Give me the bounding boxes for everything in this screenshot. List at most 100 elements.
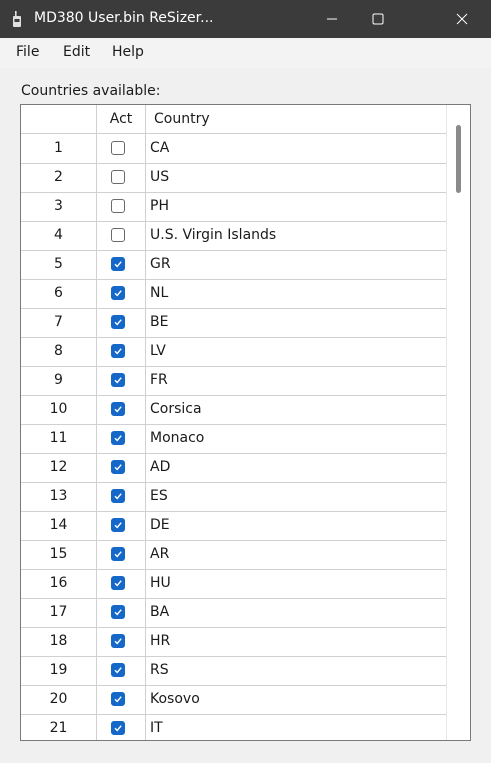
row-number: 14	[49, 517, 68, 533]
act-checkbox[interactable]	[111, 489, 125, 503]
act-checkbox[interactable]	[111, 460, 125, 474]
minimize-button[interactable]	[309, 0, 355, 38]
checkmark-icon	[114, 319, 122, 326]
header-act[interactable]: Act	[97, 105, 145, 133]
act-checkbox[interactable]	[111, 518, 125, 532]
row-number: 1	[54, 140, 63, 156]
maximize-icon	[372, 13, 384, 25]
table-row[interactable]: 21 IT	[21, 714, 446, 740]
row-number: 4	[54, 227, 63, 243]
table-row[interactable]: 14 DE	[21, 511, 446, 541]
act-checkbox[interactable]	[111, 431, 125, 445]
country-cell[interactable]: NL	[150, 279, 168, 308]
country-cell[interactable]: U.S. Virgin Islands	[150, 221, 276, 250]
act-checkbox[interactable]	[111, 286, 125, 300]
country-cell[interactable]: CA	[150, 134, 169, 163]
country-cell[interactable]: GR	[150, 250, 171, 279]
table-row[interactable]: 6 NL	[21, 279, 446, 309]
table-row[interactable]: 19 RS	[21, 656, 446, 686]
act-checkbox[interactable]	[111, 576, 125, 590]
title-bar[interactable]: MD380 User.bin ReSizer...	[0, 0, 491, 38]
countries-grid[interactable]: Act Country 1 CA 2 US 3 PH 4 U.S. Virgin Island…	[20, 104, 471, 741]
country-cell[interactable]: DE	[150, 511, 170, 540]
table-row[interactable]: 2 US	[21, 163, 446, 193]
row-number: 13	[49, 488, 68, 504]
header-index[interactable]	[21, 105, 96, 133]
act-checkbox[interactable]	[111, 547, 125, 561]
act-checkbox[interactable]	[111, 199, 125, 213]
act-checkbox[interactable]	[111, 170, 125, 184]
row-number: 9	[54, 372, 63, 388]
country-cell[interactable]: IT	[150, 714, 163, 740]
country-cell[interactable]: RS	[150, 656, 169, 685]
grid-header: Act Country	[21, 105, 446, 134]
act-checkbox[interactable]	[111, 315, 125, 329]
country-cell[interactable]: Kosovo	[150, 685, 200, 714]
menu-edit[interactable]: Edit	[63, 44, 90, 60]
checkmark-icon	[114, 580, 122, 587]
checkmark-icon	[114, 696, 122, 703]
menu-help[interactable]: Help	[112, 44, 144, 60]
table-row[interactable]: 20 Kosovo	[21, 685, 446, 715]
row-number: 21	[49, 720, 68, 736]
country-cell[interactable]: HU	[150, 569, 171, 598]
table-row[interactable]: 9 FR	[21, 366, 446, 396]
country-cell[interactable]: HR	[150, 627, 170, 656]
header-country[interactable]: Country	[154, 105, 210, 133]
country-cell[interactable]: Monaco	[150, 424, 204, 453]
country-cell[interactable]: AD	[150, 453, 170, 482]
act-checkbox[interactable]	[111, 373, 125, 387]
menu-file[interactable]: File	[16, 44, 39, 60]
country-cell[interactable]: FR	[150, 366, 168, 395]
table-row[interactable]: 15 AR	[21, 540, 446, 570]
checkmark-icon	[114, 609, 122, 616]
checkmark-icon	[114, 638, 122, 645]
act-checkbox[interactable]	[111, 663, 125, 677]
row-number: 6	[54, 285, 63, 301]
table-row[interactable]: 10 Corsica	[21, 395, 446, 425]
country-cell[interactable]: Corsica	[150, 395, 202, 424]
table-row[interactable]: 16 HU	[21, 569, 446, 599]
table-row[interactable]: 4 U.S. Virgin Islands	[21, 221, 446, 251]
country-cell[interactable]: AR	[150, 540, 169, 569]
country-cell[interactable]: BE	[150, 308, 168, 337]
act-checkbox[interactable]	[111, 257, 125, 271]
checkmark-icon	[114, 493, 122, 500]
scrollbar-thumb[interactable]	[456, 125, 461, 193]
act-checkbox[interactable]	[111, 605, 125, 619]
act-checkbox[interactable]	[111, 692, 125, 706]
column-divider	[96, 105, 97, 740]
act-checkbox[interactable]	[111, 344, 125, 358]
checkmark-icon	[114, 667, 122, 674]
country-cell[interactable]: US	[150, 163, 169, 192]
checkmark-icon	[114, 406, 122, 413]
table-row[interactable]: 12 AD	[21, 453, 446, 483]
act-checkbox[interactable]	[111, 141, 125, 155]
table-row[interactable]: 8 LV	[21, 337, 446, 367]
act-checkbox[interactable]	[111, 402, 125, 416]
act-checkbox[interactable]	[111, 721, 125, 735]
vertical-scrollbar[interactable]	[446, 105, 470, 740]
country-cell[interactable]: ES	[150, 482, 168, 511]
table-row[interactable]: 5 GR	[21, 250, 446, 280]
row-number: 18	[49, 633, 68, 649]
table-row[interactable]: 17 BA	[21, 598, 446, 628]
row-number: 10	[49, 401, 68, 417]
close-button[interactable]	[439, 0, 485, 38]
row-number: 11	[49, 430, 68, 446]
table-row[interactable]: 18 HR	[21, 627, 446, 657]
country-cell[interactable]: PH	[150, 192, 169, 221]
radio-icon	[13, 11, 21, 27]
table-row[interactable]: 11 Monaco	[21, 424, 446, 454]
country-cell[interactable]: LV	[150, 337, 166, 366]
act-checkbox[interactable]	[111, 228, 125, 242]
checkmark-icon	[114, 551, 122, 558]
row-number: 20	[49, 691, 68, 707]
act-checkbox[interactable]	[111, 634, 125, 648]
table-row[interactable]: 3 PH	[21, 192, 446, 222]
table-row[interactable]: 7 BE	[21, 308, 446, 338]
country-cell[interactable]: BA	[150, 598, 169, 627]
maximize-button[interactable]	[355, 0, 401, 38]
table-row[interactable]: 1 CA	[21, 134, 446, 164]
table-row[interactable]: 13 ES	[21, 482, 446, 512]
